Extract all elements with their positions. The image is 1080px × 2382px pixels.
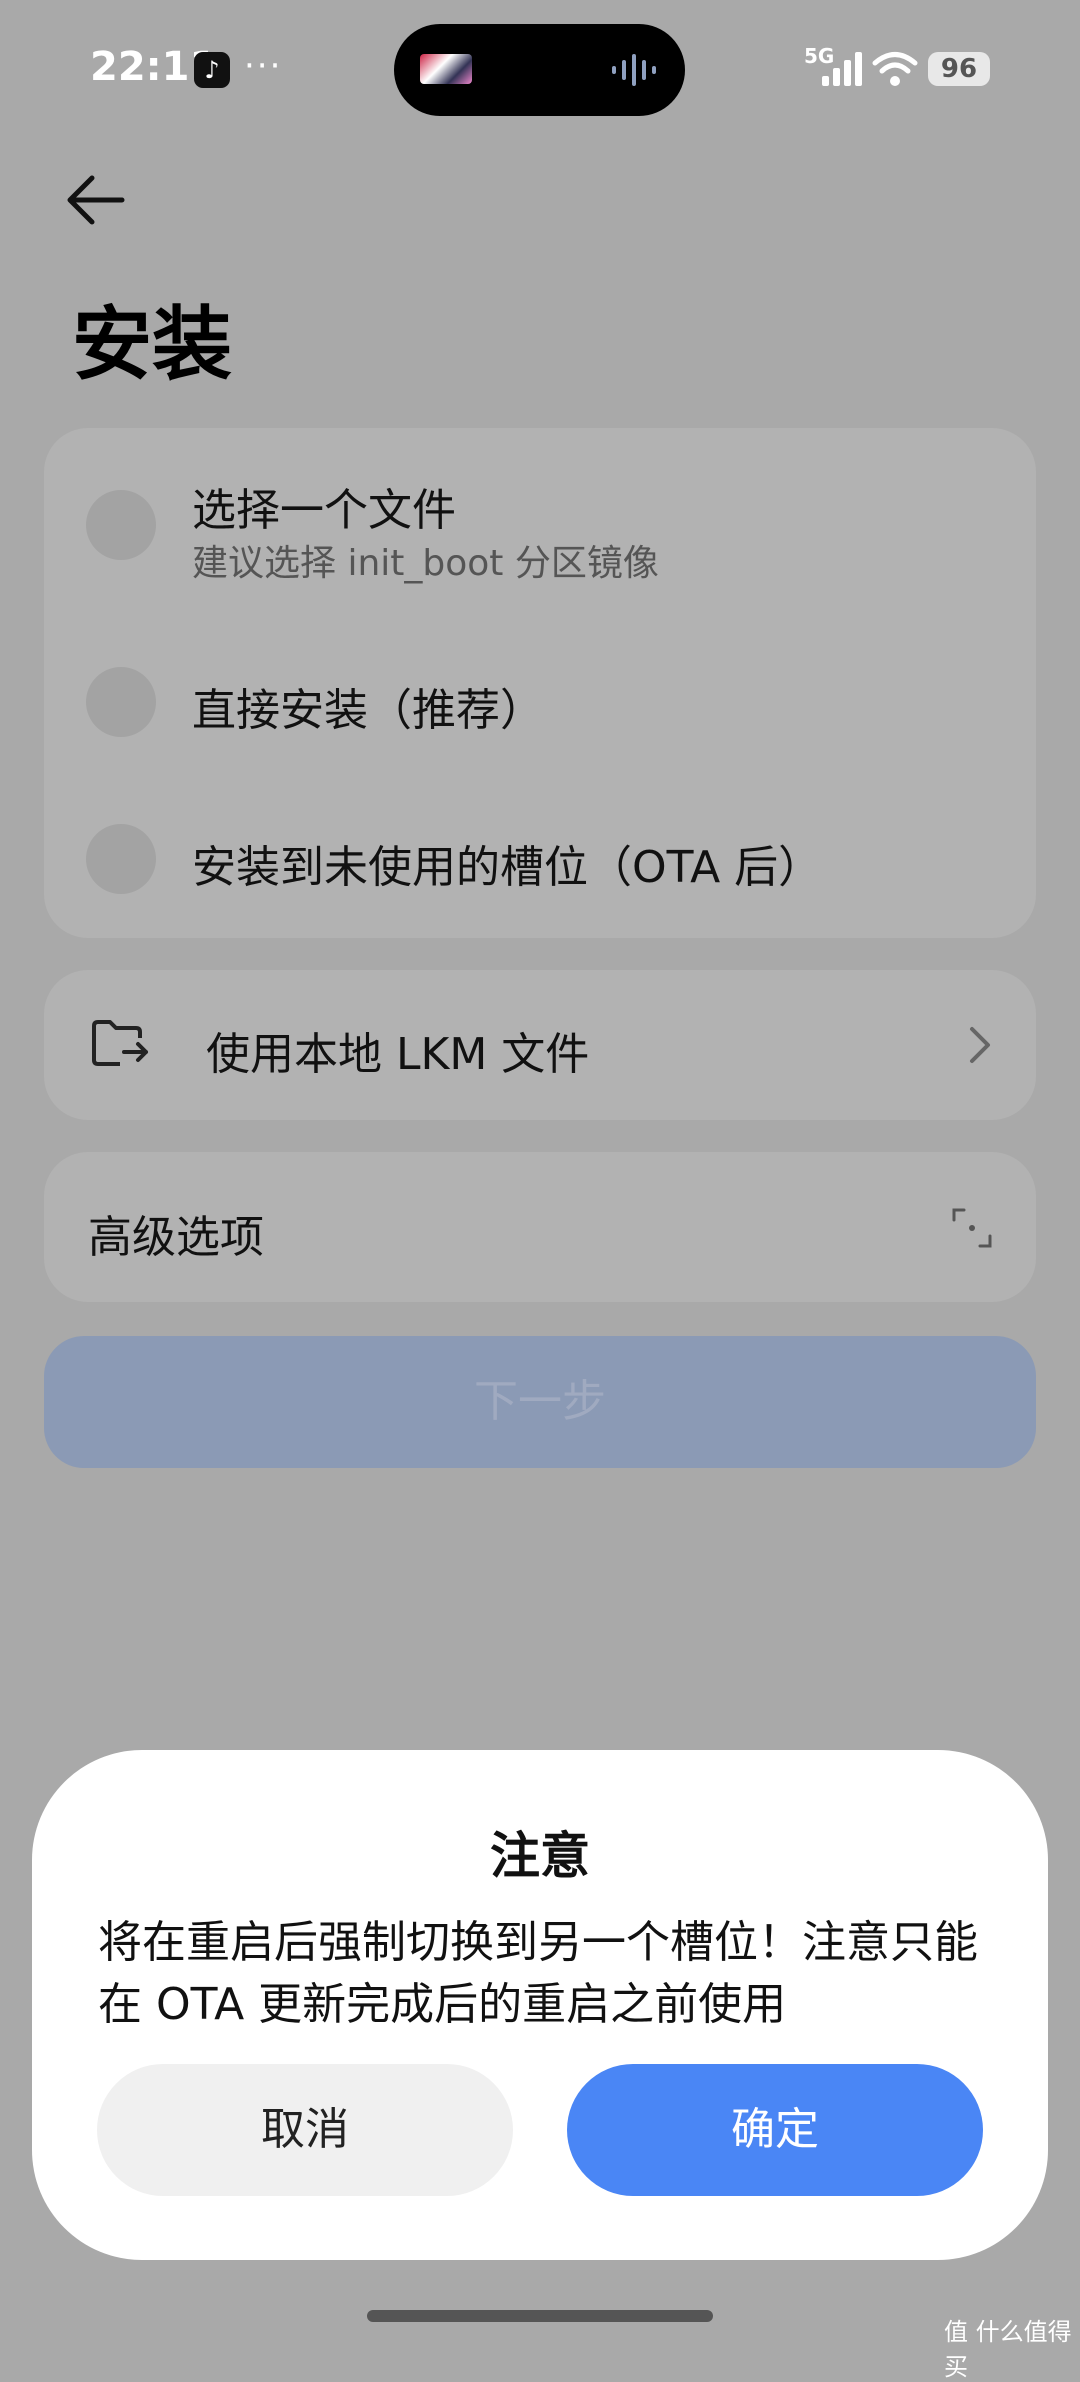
more-dots-icon: ··· [244, 46, 283, 86]
tiktok-icon: ♪ [194, 52, 230, 88]
page-title: 安装 [72, 298, 232, 391]
audio-wave-icon [612, 54, 656, 86]
cancel-button[interactable]: 取消 [97, 2064, 513, 2196]
radio-inactive-slot[interactable] [86, 824, 156, 894]
radio-direct-install[interactable] [86, 667, 156, 737]
chevron-right-icon [970, 1027, 990, 1063]
battery-icon: 96 [928, 52, 990, 86]
wifi-icon [872, 52, 918, 86]
folder-export-icon [92, 1020, 148, 1066]
signal-icon [822, 52, 862, 86]
option-direct-install[interactable]: 直接安装（推荐） [192, 674, 544, 738]
arrow-left-icon[interactable] [62, 170, 128, 230]
home-indicator[interactable] [367, 2310, 713, 2322]
dialog-message: 将在重启后强制切换到另一个槽位！注意只能在 OTA 更新完成后的重启之前使用 [98, 1917, 978, 2030]
lkm-file-label: 使用本地 LKM 文件 [206, 1029, 590, 1080]
confirm-button[interactable]: 确定 [567, 2064, 983, 2196]
option-inactive-slot[interactable]: 安装到未使用的槽位（OTA 后） [192, 831, 822, 895]
radio-select-file[interactable] [86, 490, 156, 560]
next-step-button[interactable]: 下一步 [44, 1336, 1036, 1468]
option-select-file-title[interactable]: 选择一个文件 [192, 474, 456, 538]
expand-icon [952, 1208, 992, 1248]
media-thumbnail [420, 54, 472, 84]
dialog-title: 注意 [490, 1827, 590, 1885]
option-select-file-subtitle: 建议选择 init_boot 分区镜像 [192, 543, 659, 584]
advanced-options-label: 高级选项 [88, 1212, 264, 1263]
watermark: 值 什么值得买 [944, 2318, 1072, 2381]
